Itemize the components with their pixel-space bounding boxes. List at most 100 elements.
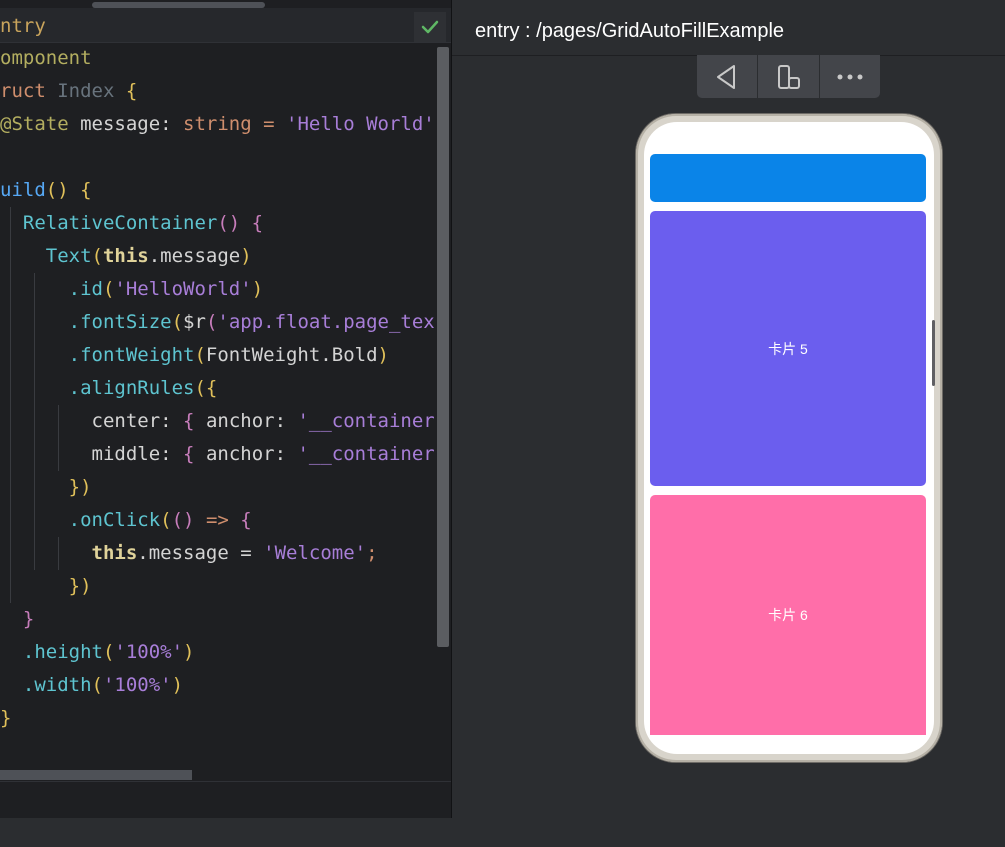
- code-line[interactable]: center: { anchor: '__container: [0, 405, 436, 438]
- code-line[interactable]: .width('100%'): [0, 669, 436, 702]
- code-token: @State: [0, 113, 81, 135]
- code-token: {: [183, 410, 206, 432]
- code-token: =>: [205, 509, 241, 531]
- code-token: }: [0, 608, 35, 630]
- code-token: :: [274, 443, 298, 465]
- code-line[interactable]: .height('100%'): [0, 636, 436, 669]
- card-label: 卡片 6: [768, 607, 808, 623]
- code-token: '100%': [114, 641, 184, 663]
- card-label: 卡片 5: [768, 340, 808, 357]
- code-line[interactable]: .alignRules({: [0, 372, 436, 405]
- code-line[interactable]: middle: { anchor: '__container: [0, 438, 436, 471]
- code-token: omponent: [0, 47, 92, 69]
- code-token: (: [205, 311, 218, 333]
- code-token: this: [0, 542, 138, 564]
- code-token: (): [217, 212, 252, 234]
- code-token: center: [0, 410, 161, 432]
- code-line[interactable]: }: [0, 603, 436, 636]
- code-token: ): [183, 641, 195, 663]
- code-token: }): [0, 575, 92, 597]
- code-token: (: [102, 278, 115, 300]
- code-line[interactable]: .fontWeight(FontWeight.Bold): [0, 339, 436, 372]
- code-token: 'app.float.page_tex: [217, 311, 435, 333]
- code-line[interactable]: }): [0, 570, 436, 603]
- code-token: ({: [194, 377, 218, 399]
- editor-horizontal-scrollbar[interactable]: [0, 770, 192, 780]
- code-token: this: [102, 245, 149, 267]
- code-token: {: [80, 179, 92, 201]
- code-line[interactable]: RelativeContainer() {: [0, 207, 436, 240]
- indent-guide: [10, 372, 11, 405]
- code-token: (: [91, 245, 103, 267]
- code-token: string: [183, 113, 252, 135]
- previewer-panel: entry : /pages/GridAutoFillExample 卡片 5 …: [452, 0, 1005, 818]
- indent-guide: [34, 405, 35, 438]
- indent-guide: [10, 438, 11, 471]
- code-line[interactable]: this.message = 'Welcome';: [0, 537, 436, 570]
- code-token: (: [102, 641, 115, 663]
- check-icon[interactable]: [414, 12, 446, 42]
- code-token: RelativeContainer: [0, 212, 218, 234]
- code-line[interactable]: ruct Index {: [0, 75, 436, 108]
- code-token: }): [0, 476, 92, 498]
- code-token: (): [171, 509, 206, 531]
- rotate-device-icon: [778, 64, 801, 89]
- code-token: FontWeight.Bold: [205, 344, 378, 366]
- code-token: {: [183, 443, 206, 465]
- code-token: (: [171, 311, 184, 333]
- code-token: ): [251, 278, 264, 300]
- code-token: $r: [183, 311, 206, 333]
- indent-guide: [10, 504, 11, 537]
- code-editor[interactable]: ntry omponent ruct Index {@State message:…: [0, 0, 451, 818]
- editor-vertical-scrollbar[interactable]: [437, 47, 449, 647]
- code-token: :: [160, 113, 184, 135]
- code-line[interactable]: Text(this.message): [0, 240, 436, 273]
- indent-guide: [10, 273, 11, 306]
- code-token: message: [80, 113, 161, 135]
- indent-guide: [34, 372, 35, 405]
- more-options-button[interactable]: [820, 55, 880, 98]
- code-token: ;: [366, 542, 378, 564]
- code-token: .width: [0, 674, 92, 696]
- indent-guide: [10, 570, 11, 603]
- code-lines[interactable]: omponent ruct Index {@State message: stri…: [0, 42, 436, 735]
- code-token: ): [171, 674, 184, 696]
- code-token: middle: [0, 443, 161, 465]
- indent-guide: [10, 405, 11, 438]
- grid-card-5[interactable]: 卡片 5: [650, 211, 926, 486]
- code-line[interactable]: omponent: [0, 42, 436, 75]
- code-token: uild: [0, 179, 46, 201]
- code-token: anchor: [205, 410, 275, 432]
- code-line[interactable]: }): [0, 471, 436, 504]
- code-token: }: [0, 707, 12, 729]
- code-line[interactable]: uild() {: [0, 174, 436, 207]
- code-token: anchor: [205, 443, 275, 465]
- code-line[interactable]: }: [0, 702, 436, 735]
- back-button[interactable]: [697, 55, 759, 98]
- indent-guide: [34, 438, 35, 471]
- code-line[interactable]: .fontSize($r('app.float.page_tex: [0, 306, 436, 339]
- code-token: ): [240, 245, 252, 267]
- code-token: (: [194, 344, 206, 366]
- code-line[interactable]: @State message: string = 'Hello World': [0, 108, 436, 141]
- code-token: .message =: [137, 542, 264, 564]
- code-token: 'HelloWorld': [114, 278, 252, 300]
- rotate-device-button[interactable]: [758, 55, 820, 98]
- device-screen[interactable]: 卡片 5 卡片 6: [644, 122, 934, 754]
- indent-guide: [10, 339, 11, 372]
- code-line[interactable]: .id('HelloWorld'): [0, 273, 436, 306]
- code-line[interactable]: [0, 141, 436, 174]
- previewer-title: entry : /pages/GridAutoFillExample: [475, 20, 785, 42]
- indent-guide: [34, 537, 35, 570]
- indent-guide: [34, 471, 35, 504]
- code-token: (: [160, 509, 172, 531]
- editor-breadcrumb-label: ntry: [0, 15, 46, 37]
- indent-guide: [10, 537, 11, 570]
- grid-card-6[interactable]: 卡片 6: [650, 495, 926, 735]
- device-frame: 卡片 5 卡片 6: [636, 114, 942, 762]
- side-button: [932, 320, 935, 386]
- code-token: '__container: [297, 410, 435, 432]
- code-token: .fontSize: [0, 311, 172, 333]
- code-line[interactable]: .onClick(() => {: [0, 504, 436, 537]
- grid-card-4[interactable]: [650, 154, 926, 202]
